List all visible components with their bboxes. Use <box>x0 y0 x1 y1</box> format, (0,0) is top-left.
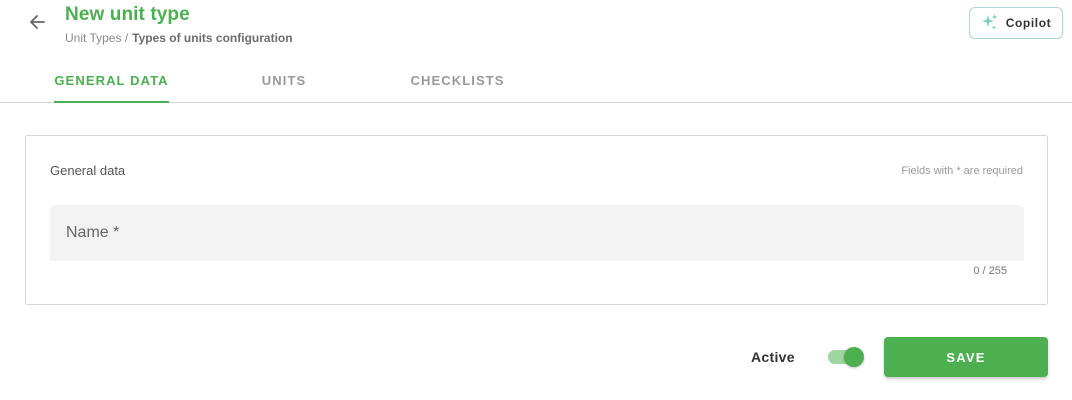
breadcrumb-current: Types of units configuration <box>132 31 293 45</box>
tab-general-data[interactable]: GENERAL DATA <box>54 58 169 103</box>
back-button[interactable] <box>24 11 50 37</box>
general-data-card: General data Fields with * are required … <box>25 135 1048 305</box>
arrow-left-icon <box>27 12 47 37</box>
tab-checklists[interactable]: CHECKLISTS <box>404 58 511 102</box>
breadcrumb-parent-link[interactable]: Unit Types / <box>65 31 128 45</box>
character-counter: 0 / 255 <box>973 265 1007 277</box>
name-input[interactable] <box>50 205 1024 261</box>
sparkle-icon <box>981 13 999 34</box>
active-toggle[interactable] <box>827 346 865 368</box>
page-title: New unit type <box>65 4 190 25</box>
active-label: Active <box>751 349 795 365</box>
toggle-thumb <box>844 347 864 367</box>
name-field[interactable] <box>50 205 1024 261</box>
breadcrumb: Unit Types / Types of units configuratio… <box>65 31 293 45</box>
unit-type-editor: New unit type Unit Types / Types of unit… <box>0 0 1072 400</box>
tab-bar: GENERAL DATA UNITS CHECKLISTS <box>0 58 1072 103</box>
card-title: General data <box>50 163 126 178</box>
copilot-label: Copilot <box>1005 16 1052 30</box>
save-button[interactable]: SAVE <box>884 337 1048 377</box>
required-fields-note: Fields with * are required <box>901 165 1023 177</box>
copilot-button[interactable]: Copilot <box>969 7 1063 39</box>
tab-units[interactable]: UNITS <box>255 58 313 102</box>
